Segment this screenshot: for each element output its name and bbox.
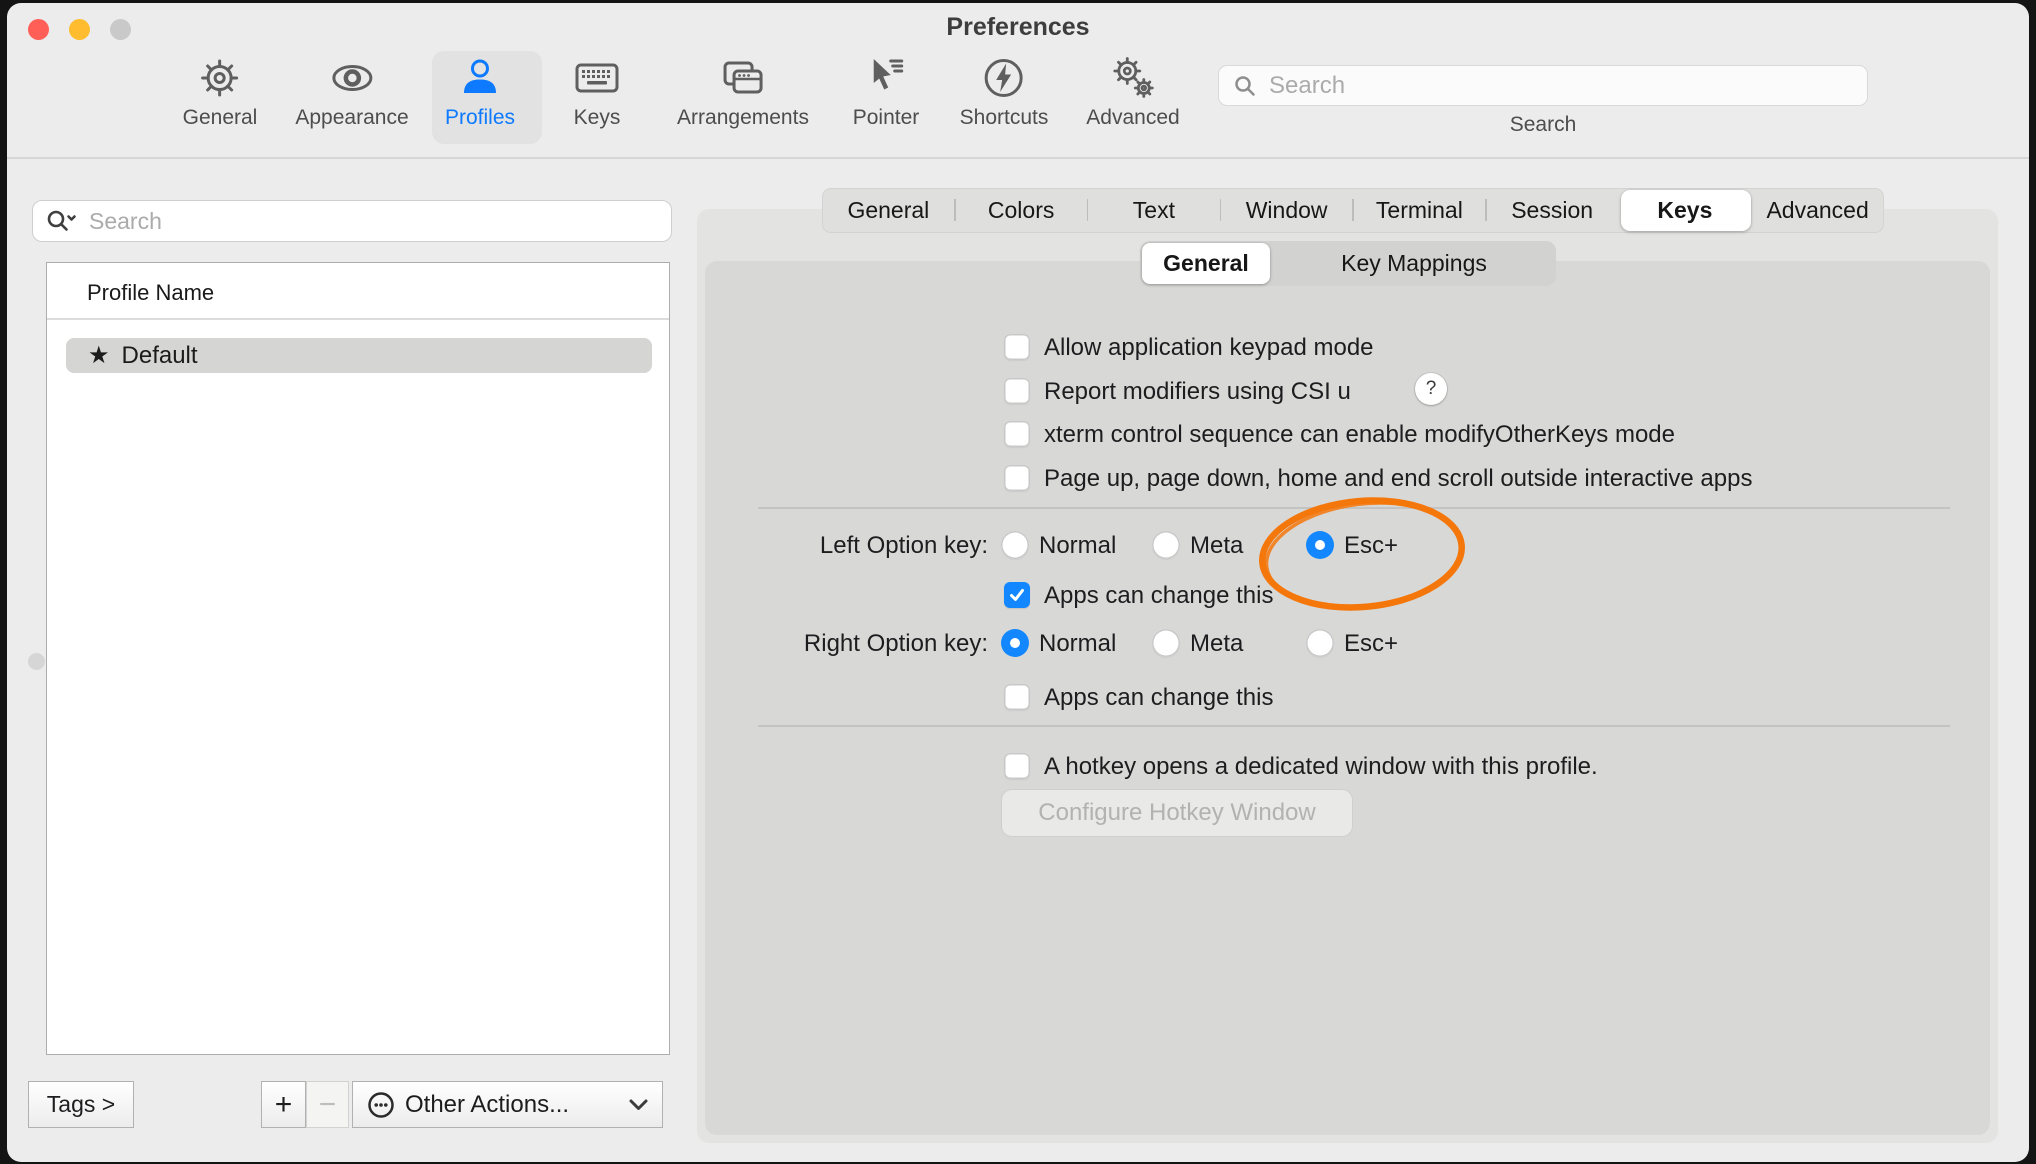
profile-name: Default [122, 342, 198, 370]
gears-icon [1108, 53, 1158, 103]
toolbar-item-advanced[interactable]: Advanced [1086, 53, 1179, 145]
toolbar-item-label: Appearance [295, 106, 408, 130]
remove-profile-button[interactable]: − [306, 1081, 349, 1128]
profile-search-input[interactable] [87, 207, 671, 236]
checkbox-label: Apps can change this [1044, 582, 1274, 610]
tab-window[interactable]: Window [1220, 188, 1353, 233]
right-option-label: Right Option key: [700, 630, 988, 658]
chevron-down-icon [629, 1099, 648, 1111]
profile-list-header: Profile Name [87, 280, 214, 306]
radio-left-meta[interactable] [1152, 531, 1180, 559]
search-icon [1233, 74, 1257, 98]
gear-icon [195, 53, 245, 103]
checkbox-label: Allow application keypad mode [1044, 334, 1374, 362]
other-actions-dropdown[interactable]: Other Actions... [352, 1081, 663, 1128]
subtab-general[interactable]: General [1140, 241, 1272, 286]
checkbox-hotkey-window[interactable] [1004, 753, 1030, 779]
resize-dot [28, 653, 45, 670]
preferences-window: Preferences General Appearance [7, 3, 2029, 1162]
star-icon: ★ [88, 341, 110, 370]
toolbar-item-appearance[interactable]: Appearance [295, 53, 408, 145]
plus-icon: + [275, 1088, 293, 1122]
checkbox-label: xterm control sequence can enable modify… [1044, 421, 1675, 449]
toolbar-search-label: Search [1218, 113, 1868, 137]
help-button[interactable]: ? [1415, 373, 1447, 405]
toolbar-item-label: Pointer [853, 106, 920, 130]
radio-label: Esc+ [1344, 532, 1398, 560]
radio-label: Normal [1039, 532, 1116, 560]
toolbar-search-field[interactable] [1218, 65, 1868, 106]
radio-label: Meta [1190, 532, 1243, 560]
checkbox-csi-u[interactable] [1004, 378, 1030, 404]
radio-left-normal[interactable] [1001, 531, 1029, 559]
person-icon [455, 53, 505, 103]
list-header-divider [47, 318, 669, 320]
section-divider [758, 507, 1950, 509]
window-title: Preferences [7, 13, 2029, 42]
checkbox-left-apps-can-change[interactable] [1004, 582, 1030, 608]
checkmark-icon [1009, 588, 1025, 602]
toolbar-item-general[interactable]: General [183, 53, 258, 145]
keys-subtabs: General Key Mappings [1140, 241, 1556, 286]
profile-tabs: General Colors Text Window Terminal Sess… [822, 188, 1884, 233]
checkbox-modify-other-keys[interactable] [1004, 421, 1030, 447]
tab-session[interactable]: Session [1486, 188, 1619, 233]
radio-right-esc[interactable] [1306, 629, 1334, 657]
tags-button-label: Tags > [47, 1091, 115, 1118]
toolbar-item-keys[interactable]: Keys [572, 53, 622, 145]
toolbar-item-label: Profiles [445, 106, 515, 130]
keyboard-icon [572, 53, 622, 103]
tab-text[interactable]: Text [1088, 188, 1221, 233]
checkbox-label: A hotkey opens a dedicated window with t… [1044, 753, 1598, 781]
tab-colors[interactable]: Colors [955, 188, 1088, 233]
radio-right-normal[interactable] [1001, 629, 1029, 657]
tab-keys[interactable]: Keys [1619, 188, 1752, 233]
cursor-icon [861, 53, 911, 103]
tab-general[interactable]: General [822, 188, 955, 233]
minus-icon: − [319, 1088, 337, 1122]
section-divider [758, 725, 1950, 727]
radio-label: Normal [1039, 630, 1116, 658]
other-actions-label: Other Actions... [405, 1091, 569, 1119]
radio-label: Esc+ [1344, 630, 1398, 658]
radio-right-meta[interactable] [1152, 629, 1180, 657]
radio-left-esc[interactable] [1306, 531, 1334, 559]
tags-button[interactable]: Tags > [28, 1081, 134, 1128]
left-option-label: Left Option key: [700, 532, 988, 560]
radio-label: Meta [1190, 630, 1243, 658]
toolbar-item-label: Keys [574, 106, 621, 130]
checkbox-right-apps-can-change[interactable] [1004, 684, 1030, 710]
toolbar-item-label: Advanced [1086, 106, 1179, 130]
tab-terminal[interactable]: Terminal [1353, 188, 1486, 233]
search-menu-icon [45, 208, 79, 234]
toolbar-search-input[interactable] [1267, 71, 1867, 101]
checkbox-page-scroll[interactable] [1004, 465, 1030, 491]
toolbar-item-label: Shortcuts [960, 106, 1049, 130]
toolbar-item-pointer[interactable]: Pointer [853, 53, 920, 145]
tab-advanced[interactable]: Advanced [1751, 188, 1884, 233]
configure-hotkey-window-button[interactable]: Configure Hotkey Window [1002, 790, 1352, 836]
checkbox-label: Apps can change this [1044, 684, 1274, 712]
eye-icon [327, 53, 377, 103]
profile-row-default[interactable]: ★ Default [66, 338, 652, 373]
subtab-key-mappings[interactable]: Key Mappings [1272, 241, 1556, 286]
toolbar-item-arrangements[interactable]: Arrangements [677, 53, 809, 145]
checkbox-label: Report modifiers using CSI u [1044, 378, 1351, 406]
screenshot: Preferences General Appearance [0, 0, 2036, 1164]
checkbox-label: Page up, page down, home and end scroll … [1044, 465, 1752, 493]
add-profile-button[interactable]: + [261, 1081, 306, 1128]
toolbar-item-label: Arrangements [677, 106, 809, 130]
windows-icon [718, 53, 768, 103]
bolt-circle-icon [979, 53, 1029, 103]
checkbox-keypad-mode[interactable] [1004, 334, 1030, 360]
profile-list: Profile Name ★ Default [46, 262, 670, 1055]
profile-search-field[interactable] [32, 200, 672, 242]
toolbar-item-profiles[interactable]: Profiles [445, 53, 515, 145]
circle-ellipsis-icon [367, 1091, 395, 1119]
toolbar-item-label: General [183, 106, 258, 130]
toolbar-item-shortcuts[interactable]: Shortcuts [960, 53, 1049, 145]
toolbar-divider [7, 157, 2029, 159]
